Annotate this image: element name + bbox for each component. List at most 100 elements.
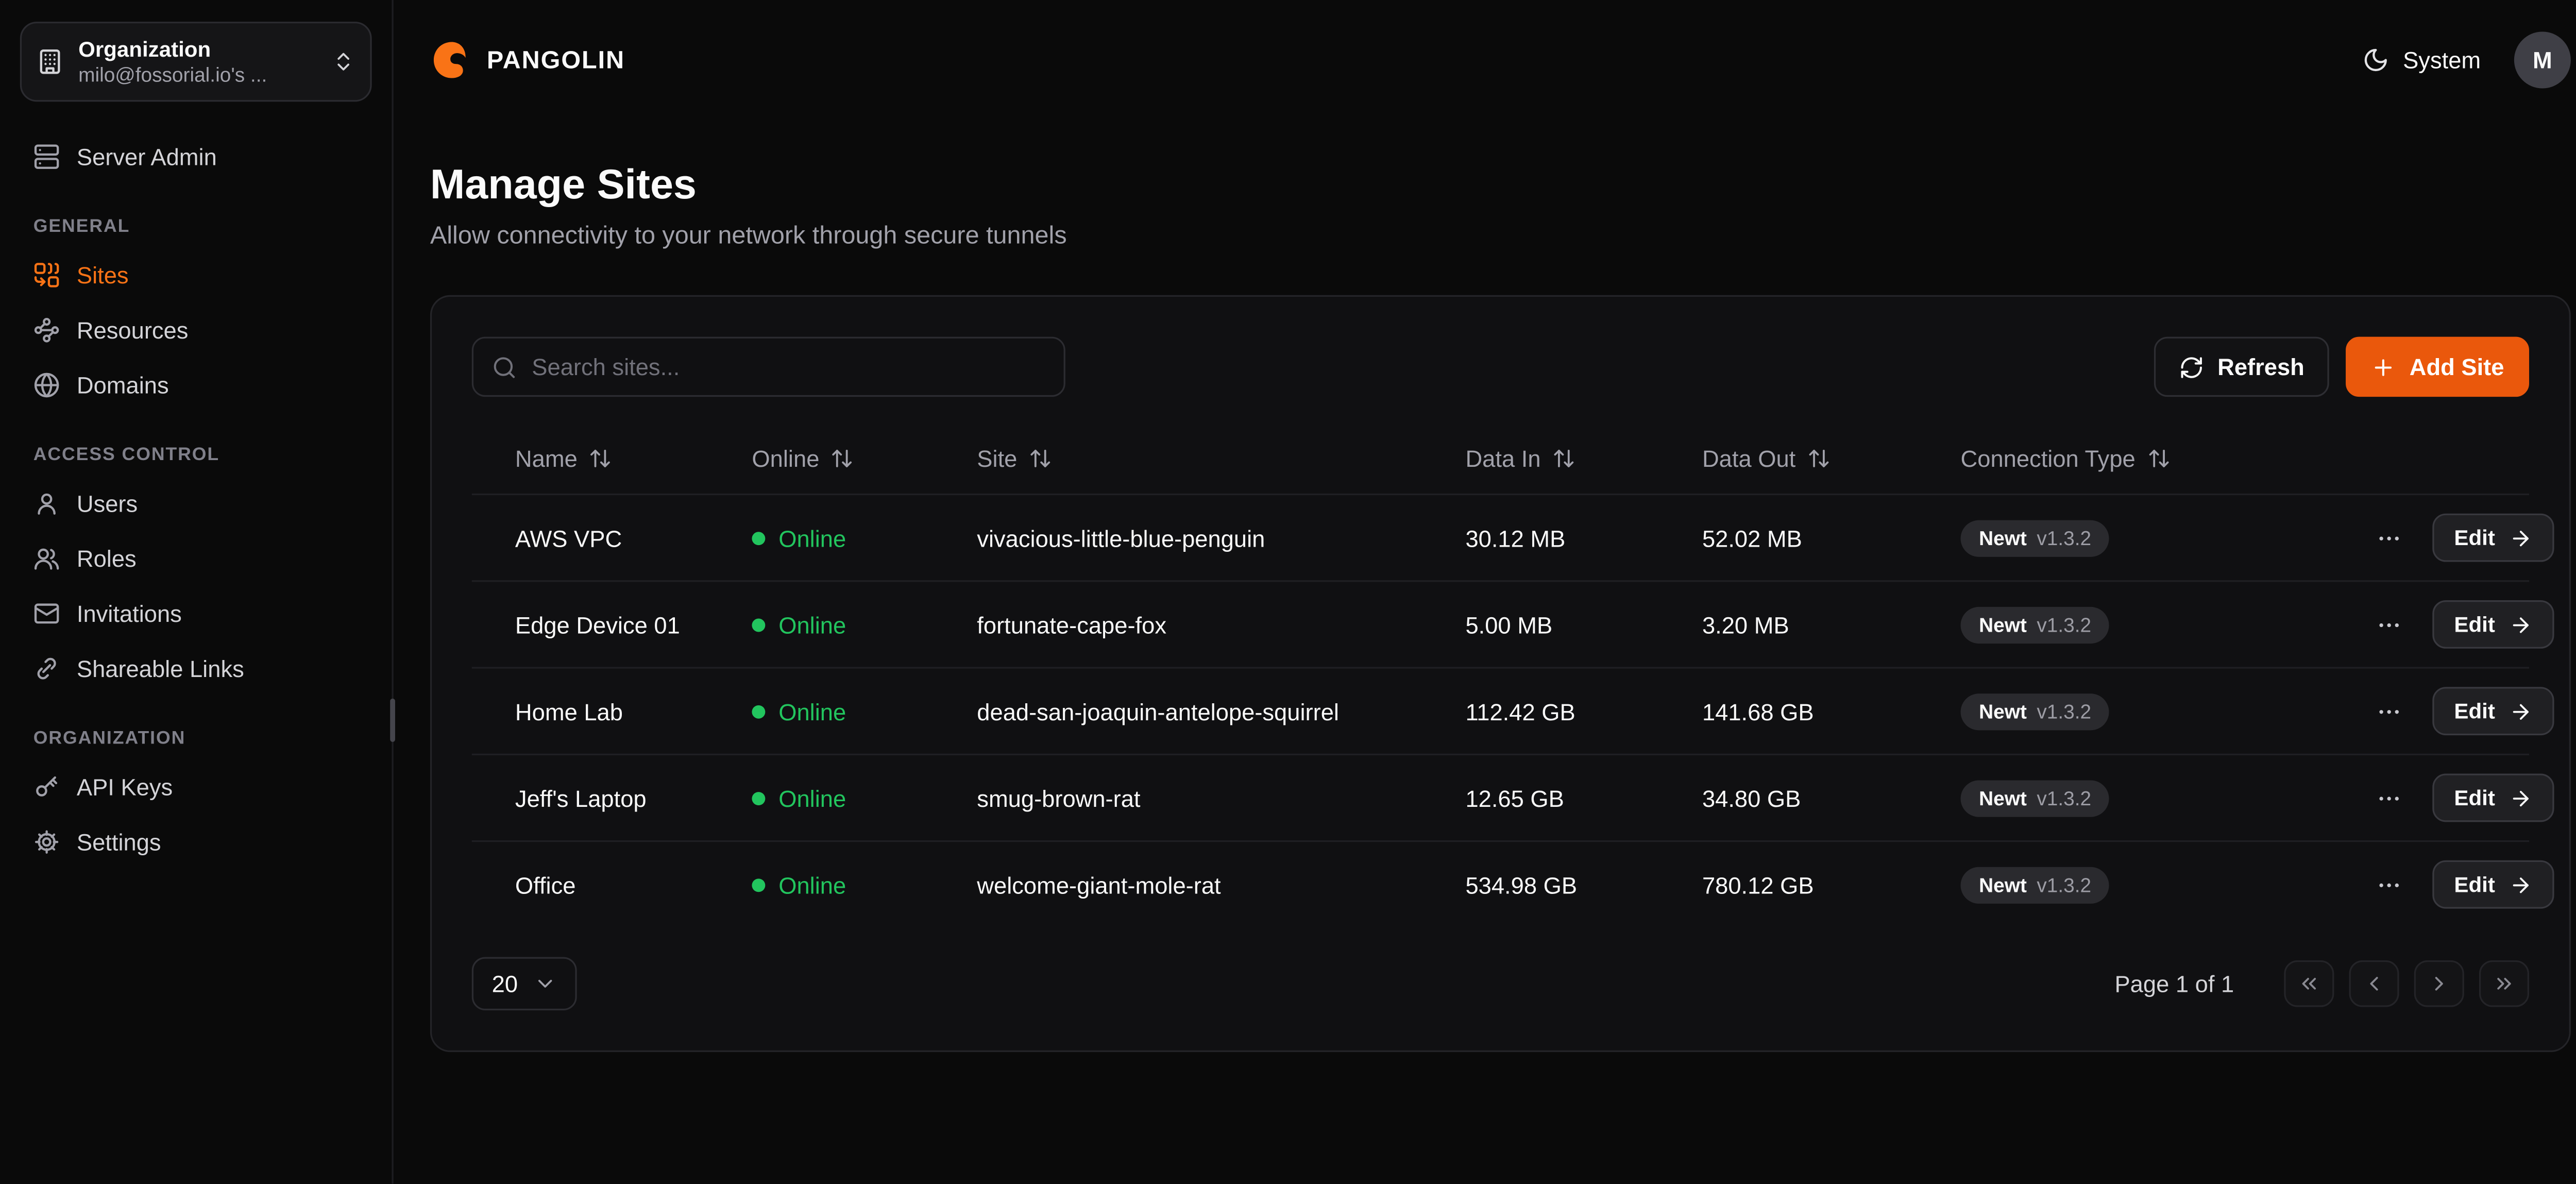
data-out-cell: 141.68 GB (1702, 698, 1961, 724)
sidebar-item-roles[interactable]: Roles (20, 530, 372, 585)
add-site-button[interactable]: Add Site (2346, 337, 2529, 397)
roles-icon (33, 545, 60, 571)
sort-icon (1029, 447, 1052, 470)
sidebar-item-label: Users (77, 489, 138, 516)
org-label: Organization (78, 35, 317, 63)
connection-badge: Newt v1.3.2 (1961, 780, 2110, 816)
chevrons-left-icon (2297, 972, 2320, 995)
search-input[interactable] (532, 353, 1045, 380)
edit-button[interactable]: Edit (2432, 774, 2553, 822)
sidebar-item-domains[interactable]: Domains (20, 357, 372, 412)
column-header-site[interactable]: Site (977, 445, 1465, 472)
row-menu-button[interactable] (2369, 778, 2409, 818)
sidebar-resize-handle[interactable] (390, 699, 395, 742)
client-version: v1.3.2 (2037, 526, 2091, 549)
pangolin-logo-icon (430, 38, 473, 81)
column-header-name[interactable]: Name (472, 445, 752, 472)
row-actions-cell: Edit (2369, 514, 2567, 562)
last-page-button[interactable] (2479, 960, 2529, 1007)
sidebar-item-api-keys[interactable]: API Keys (20, 758, 372, 814)
sidebar-item-users[interactable]: Users (20, 475, 372, 530)
column-header-data-out[interactable]: Data Out (1702, 445, 1961, 472)
arrow-right-icon (2509, 526, 2532, 549)
row-menu-button[interactable] (2369, 604, 2409, 645)
row-menu-button[interactable] (2369, 518, 2409, 558)
avatar[interactable]: M (2514, 31, 2571, 88)
next-page-button[interactable] (2414, 960, 2464, 1007)
sidebar-item-invitations[interactable]: Invitations (20, 585, 372, 640)
row-menu-button[interactable] (2369, 865, 2409, 905)
table-row: AWS VPC Online vivacious-little-blue-pen… (472, 494, 2529, 580)
gear-icon (33, 828, 60, 855)
data-in-cell: 5.00 MB (1465, 611, 1702, 638)
org-selector[interactable]: Organization milo@fossorial.io's ... (20, 22, 372, 102)
column-header-data-in[interactable]: Data In (1465, 445, 1702, 472)
page-nav (2284, 960, 2529, 1007)
row-menu-button[interactable] (2369, 691, 2409, 731)
row-actions-cell: Edit (2369, 774, 2567, 822)
row-actions-cell: Edit (2369, 687, 2567, 735)
edit-label: Edit (2454, 699, 2495, 724)
column-header-connection-type[interactable]: Connection Type (1961, 445, 2369, 472)
page-info: Page 1 of 1 (2114, 970, 2234, 997)
online-label: Online (778, 698, 846, 724)
pagination: 20 Page 1 of 1 (472, 957, 2529, 1010)
org-text: Organization milo@fossorial.io's ... (78, 35, 317, 89)
sidebar-item-label: Roles (77, 545, 137, 571)
sidebar-item-resources[interactable]: Resources (20, 302, 372, 357)
theme-toggle[interactable]: System (2363, 47, 2481, 74)
brand-name: PANGOLIN (487, 46, 625, 74)
sidebar-item-label: Settings (77, 828, 161, 855)
data-out-cell: 34.80 GB (1702, 785, 1961, 811)
edit-button[interactable]: Edit (2432, 514, 2553, 562)
edit-button[interactable]: Edit (2432, 600, 2553, 649)
moon-icon (2363, 47, 2389, 74)
connection-type-cell: Newt v1.3.2 (1961, 519, 2369, 556)
sort-icon (831, 447, 854, 470)
page-size-select[interactable]: 20 (472, 957, 577, 1010)
client-name: Newt (1979, 613, 2027, 636)
edit-button[interactable]: Edit (2432, 687, 2553, 735)
refresh-button[interactable]: Refresh (2154, 337, 2329, 397)
connection-badge: Newt v1.3.2 (1961, 519, 2110, 556)
sidebar-item-label: Invitations (77, 599, 182, 626)
add-site-label: Add Site (2410, 353, 2504, 380)
site-tunnel-cell: smug-brown-rat (977, 785, 1465, 811)
search-box (472, 337, 1065, 397)
site-status-cell: Online (752, 871, 977, 898)
sites-card: Refresh Add Site Name Online (430, 295, 2571, 1052)
client-version: v1.3.2 (2037, 786, 2091, 809)
first-page-button[interactable] (2284, 960, 2334, 1007)
edit-button[interactable]: Edit (2432, 860, 2553, 909)
edit-label: Edit (2454, 525, 2495, 550)
sidebar-item-shareable-links[interactable]: Shareable Links (20, 640, 372, 696)
online-label: Online (778, 871, 846, 898)
site-tunnel-cell: dead-san-joaquin-antelope-squirrel (977, 698, 1465, 724)
connection-type-cell: Newt v1.3.2 (1961, 606, 2369, 642)
previous-page-button[interactable] (2349, 960, 2399, 1007)
building-icon (37, 48, 63, 75)
page-header: Manage Sites Allow connectivity to your … (394, 120, 2576, 250)
sidebar-item-settings[interactable]: Settings (20, 814, 372, 869)
client-name: Newt (1979, 700, 2027, 723)
edit-label: Edit (2454, 872, 2495, 897)
table-body: AWS VPC Online vivacious-little-blue-pen… (472, 494, 2529, 927)
connection-type-cell: Newt v1.3.2 (1961, 780, 2369, 816)
theme-label: System (2403, 47, 2481, 74)
online-dot-icon (752, 704, 765, 718)
site-tunnel-cell: welcome-giant-mole-rat (977, 871, 1465, 898)
client-name: Newt (1979, 526, 2027, 549)
sidebar-item-label: Sites (77, 261, 129, 287)
chevron-left-icon (2362, 972, 2385, 995)
ellipsis-icon (2376, 871, 2402, 898)
column-label: Online (752, 445, 819, 472)
main-area: PANGOLIN System M Manage Sites Allow con… (394, 0, 2576, 1184)
column-header-online[interactable]: Online (752, 445, 977, 472)
client-version: v1.3.2 (2037, 700, 2091, 723)
page-size-value: 20 (492, 970, 518, 997)
sidebar-item-server-admin[interactable]: Server Admin (20, 128, 372, 183)
data-in-cell: 534.98 GB (1465, 871, 1702, 898)
brand[interactable]: PANGOLIN (430, 38, 625, 81)
sites-table: Name Online Site Data In (472, 424, 2529, 927)
sidebar-item-sites[interactable]: Sites (20, 247, 372, 302)
